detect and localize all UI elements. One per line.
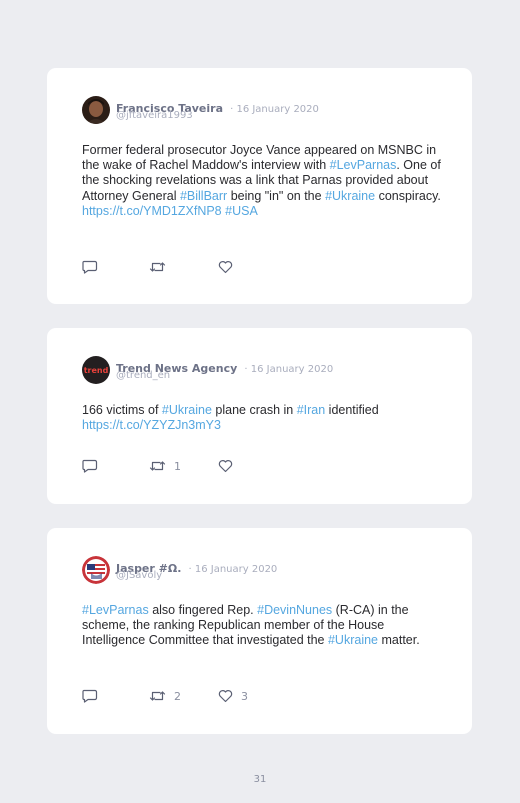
like-count: 3 (241, 689, 248, 703)
like-icon (218, 459, 233, 473)
avatar[interactable]: trend (82, 356, 110, 384)
tweet-text-segment: being "in" on the (227, 188, 326, 203)
avatar[interactable] (82, 556, 110, 584)
tweet-text-segment: identified (325, 403, 379, 417)
tweet-link[interactable]: #Ukraine (162, 403, 212, 417)
tweet-link[interactable]: #USA (225, 204, 258, 218)
tweet-actions: 1 (82, 459, 302, 475)
tweet-card: Jasper #Ω. · 16 January 2020 @JSavoly #L… (47, 528, 472, 734)
tweet-actions (82, 260, 302, 276)
retweet-button[interactable]: 1 (149, 459, 181, 473)
tweet-date[interactable]: · 16 January 2020 (230, 104, 319, 115)
reply-icon (82, 459, 98, 473)
like-button[interactable] (218, 459, 241, 473)
tweet-link[interactable]: #DevinNunes (257, 603, 332, 617)
reply-icon (82, 689, 98, 703)
tweet-text-segment: matter. (378, 633, 420, 648)
reply-button[interactable] (82, 689, 98, 703)
reply-button[interactable] (82, 260, 98, 274)
tweet-text-segment: plane crash in (211, 403, 297, 417)
tweet-link[interactable]: #LevParnas (82, 603, 149, 617)
tweet-link[interactable]: #LevParnas (330, 158, 397, 172)
like-button[interactable]: 3 (218, 689, 248, 703)
retweet-icon (149, 260, 166, 274)
tweet-text: 166 victims of #Ukraine plane crash in #… (82, 403, 442, 433)
tweet-link[interactable]: #Ukraine (328, 633, 378, 647)
author-handle[interactable]: @JSavoly (116, 570, 162, 581)
like-button[interactable] (218, 260, 241, 274)
page-number: 31 (253, 774, 267, 785)
tweet-card: trend Trend News Agency · 16 January 202… (47, 328, 472, 504)
tweet-link[interactable]: https://t.co/YMD1ZXfNP8 (82, 204, 222, 218)
like-icon (218, 689, 233, 703)
tweet-text-segment: also fingered Rep. (148, 603, 258, 617)
tweet-card: Francisco Taveira · 16 January 2020 @jft… (47, 68, 472, 304)
tweet-link[interactable]: #Ukraine (325, 189, 375, 203)
like-icon (218, 260, 233, 274)
tweet-text-segment: conspiracy. (375, 188, 441, 203)
tweet-text-segment: 166 victims of (82, 403, 162, 417)
avatar-logo-text: trend (84, 366, 109, 375)
retweet-button[interactable]: 2 (149, 689, 181, 703)
tweet-date[interactable]: · 16 January 2020 (189, 564, 278, 575)
tweet-date[interactable]: · 16 January 2020 (244, 364, 333, 375)
tweet-actions: 2 3 (82, 689, 302, 705)
reply-button[interactable] (82, 459, 98, 473)
retweet-button[interactable] (149, 260, 174, 274)
retweet-count: 2 (174, 689, 181, 703)
retweet-icon (149, 459, 166, 473)
avatar[interactable] (82, 96, 110, 124)
tweet-link[interactable]: #BillBarr (180, 189, 227, 203)
retweet-icon (149, 689, 166, 703)
reply-icon (82, 260, 98, 274)
tweet-text: Former federal prosecutor Joyce Vance ap… (82, 143, 442, 219)
author-handle[interactable]: @jftaveira1993 (116, 110, 193, 121)
tweet-text: #LevParnas also fingered Rep. #DevinNune… (82, 603, 442, 649)
tweet-link[interactable]: https://t.co/YZYZJn3mY3 (82, 418, 221, 432)
retweet-count: 1 (174, 459, 181, 473)
tweet-link[interactable]: #Iran (297, 403, 326, 417)
author-handle[interactable]: @trend_en (116, 370, 170, 381)
